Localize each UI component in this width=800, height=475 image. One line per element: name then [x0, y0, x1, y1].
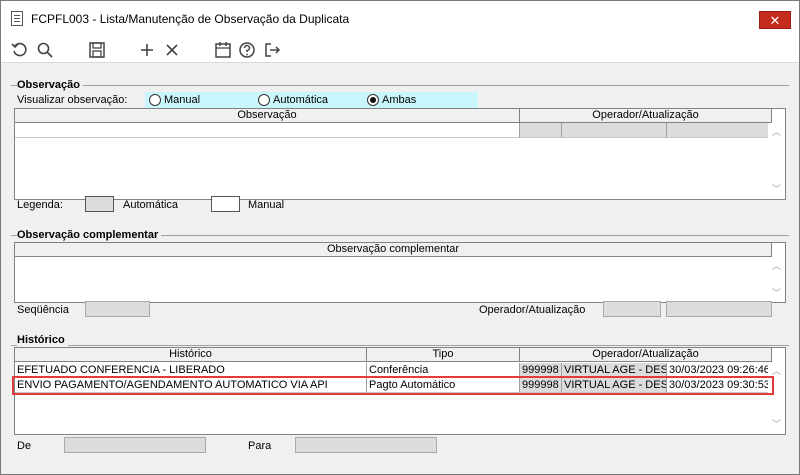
- radio-ambas-label[interactable]: Ambas: [382, 94, 416, 106]
- delete-icon[interactable]: [162, 40, 182, 60]
- radio-automatica[interactable]: [258, 94, 270, 106]
- col-observacao[interactable]: Observação: [15, 109, 520, 123]
- toolbar: [1, 37, 799, 63]
- help-icon[interactable]: [237, 40, 257, 60]
- operador-label: Operador/Atualização: [479, 304, 586, 316]
- para-field[interactable]: [295, 437, 437, 453]
- col-operador-atualizacao[interactable]: Operador/Atualização: [520, 348, 772, 362]
- window-title: FCPFL003 - Lista/Manutenção de Observaçã…: [31, 12, 350, 26]
- col-historico[interactable]: Histórico: [15, 348, 367, 362]
- scroll-up-icon[interactable]: ︿: [768, 259, 785, 272]
- historico-scrollbar[interactable]: ︿ ﹀: [768, 362, 785, 434]
- legend-automatica-label: Automática: [123, 199, 179, 211]
- complementar-scrollbar[interactable]: ︿ ﹀: [768, 257, 785, 302]
- calendar-icon[interactable]: [213, 40, 233, 60]
- undo-icon[interactable]: [10, 40, 30, 60]
- add-icon[interactable]: [137, 40, 157, 60]
- observacao-scrollbar[interactable]: ︿ ﹀: [768, 123, 785, 199]
- search-icon[interactable]: [35, 40, 55, 60]
- radio-manual-label[interactable]: Manual: [164, 94, 200, 106]
- complementar-title: Observação complementar: [17, 229, 162, 241]
- para-label: Para: [248, 440, 272, 452]
- operador-code-cell: [520, 123, 562, 138]
- exit-icon[interactable]: [262, 40, 282, 60]
- complementar-grid[interactable]: Observação complementar ︿ ﹀: [14, 242, 786, 303]
- sequencia-label: Seqüência: [17, 304, 69, 316]
- radio-manual[interactable]: [149, 94, 161, 106]
- legend-automatica-swatch: [85, 196, 114, 212]
- close-button[interactable]: ✕: [759, 11, 791, 29]
- observacao-title: Observação: [17, 79, 83, 91]
- operador-date-field[interactable]: [666, 301, 772, 317]
- col-tipo[interactable]: Tipo: [367, 348, 520, 362]
- legend-label: Legenda:: [17, 199, 63, 211]
- observacao-grid[interactable]: Observação Operador/Atualização ︿ ﹀: [14, 108, 786, 200]
- scroll-down-icon[interactable]: ﹀: [768, 182, 785, 195]
- de-label: De: [17, 440, 32, 452]
- sequencia-field[interactable]: [85, 301, 150, 317]
- observacao-input-cell[interactable]: [15, 123, 520, 138]
- col-operador[interactable]: Operador/Atualização: [520, 109, 772, 123]
- legend-manual-swatch: [211, 196, 240, 212]
- form-content: Observação Visualizar observação: Manual…: [1, 63, 799, 474]
- highlight-box: [12, 376, 774, 395]
- col-complementar[interactable]: Observação complementar: [15, 243, 772, 257]
- operador-code-field[interactable]: [603, 301, 661, 317]
- title-bar: FCPFL003 - Lista/Manutenção de Observaçã…: [1, 1, 799, 37]
- scroll-down-icon[interactable]: ﹀: [768, 286, 785, 299]
- historico-group: [11, 345, 789, 346]
- document-icon: [11, 11, 23, 26]
- main-window: FCPFL003 - Lista/Manutenção de Observaçã…: [0, 0, 800, 475]
- historico-title: Histórico: [17, 334, 68, 346]
- scroll-up-icon[interactable]: ︿: [768, 125, 785, 138]
- radio-ambas[interactable]: [367, 94, 379, 106]
- operador-date-cell: [667, 123, 772, 138]
- scroll-down-icon[interactable]: ﹀: [768, 417, 785, 430]
- radio-automatica-label[interactable]: Automática: [273, 94, 328, 106]
- operador-name-cell: [562, 123, 667, 138]
- observacao-group: [11, 85, 789, 86]
- save-icon[interactable]: [87, 40, 107, 60]
- legend-manual-label: Manual: [248, 199, 285, 211]
- de-field[interactable]: [64, 437, 206, 453]
- view-label: Visualizar observação:: [17, 94, 128, 106]
